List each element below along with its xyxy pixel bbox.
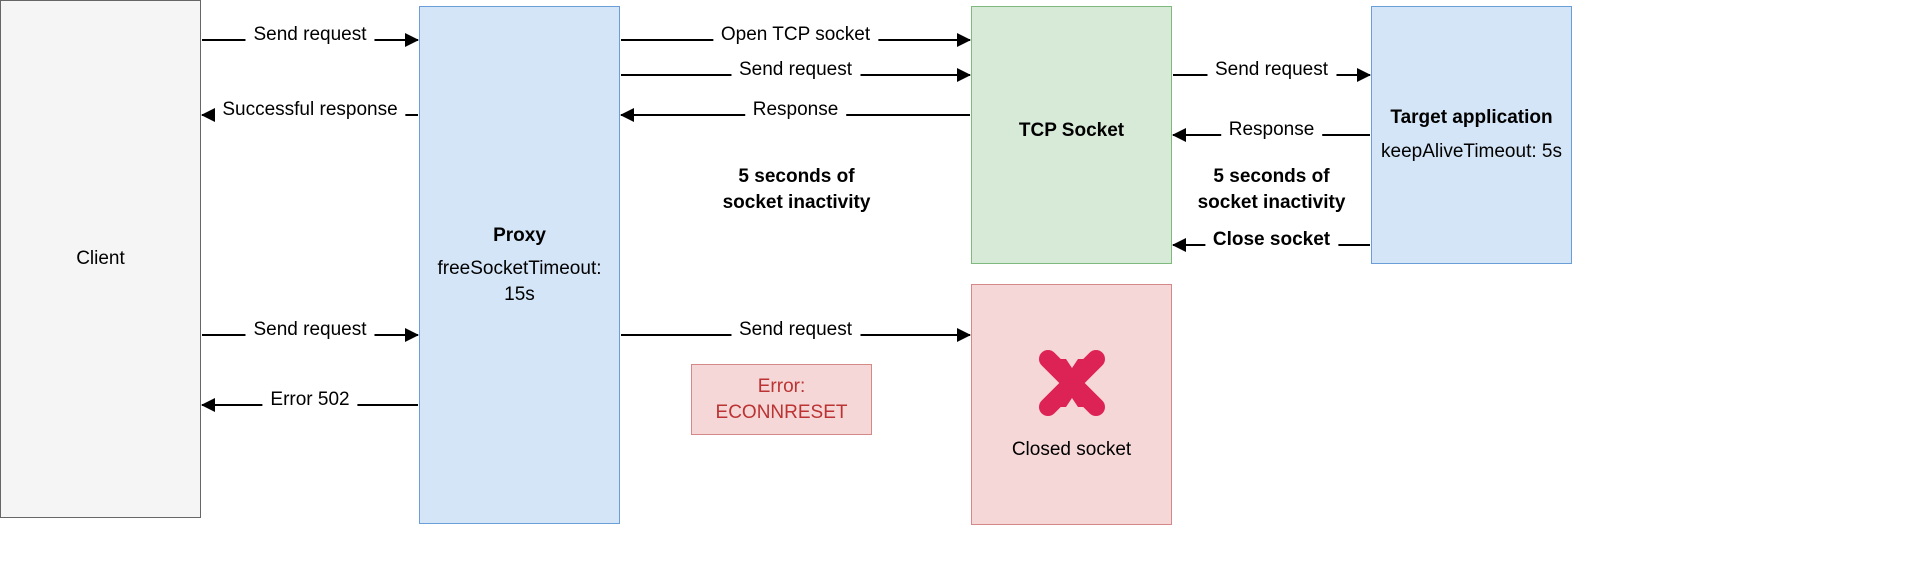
closed-socket-box: Closed socket (971, 284, 1172, 525)
proxy-box: Proxy freeSocketTimeout: 15s (419, 6, 620, 524)
target-box: Target application keepAliveTimeout: 5s (1371, 6, 1572, 264)
note-line: 5 seconds of (1213, 166, 1329, 187)
arrow-target-tcp-resp: Response (1173, 134, 1370, 136)
closed-socket-label: Closed socket (1012, 437, 1131, 463)
arrow-label: Send request (731, 60, 860, 79)
arrow-client-proxy-req2: Send request (202, 334, 418, 336)
error-text-line2: ECONNRESET (716, 400, 848, 426)
proxy-subtitle: freeSocketTimeout: 15s (420, 256, 619, 307)
arrow-label: Error 502 (262, 390, 357, 409)
arrow-label: Send request (1207, 60, 1336, 79)
close-x-icon (1036, 347, 1108, 419)
arrow-proxy-tcp-open: Open TCP socket (621, 39, 970, 41)
client-label: Client (76, 246, 125, 272)
error-box: Error: ECONNRESET (691, 364, 872, 435)
arrow-proxy-closed-req: Send request (621, 334, 970, 336)
arrow-target-tcp-close: Close socket (1173, 244, 1370, 246)
note-idle-1: 5 seconds of socket inactivity (681, 164, 912, 215)
arrow-proxy-client-err: Error 502 (202, 404, 418, 406)
arrow-proxy-tcp-req: Send request (621, 74, 970, 76)
note-line: socket inactivity (723, 192, 871, 213)
arrow-label: Response (1221, 120, 1323, 139)
arrow-client-proxy-req1: Send request (202, 39, 418, 41)
note-line: socket inactivity (1198, 192, 1346, 213)
tcp-title: TCP Socket (1019, 118, 1124, 144)
arrow-label: Successful response (214, 100, 405, 119)
arrow-label: Close socket (1205, 230, 1338, 249)
arrow-label: Open TCP socket (713, 25, 878, 44)
target-subtitle: keepAliveTimeout: 5s (1381, 139, 1562, 165)
note-idle-2: 5 seconds of socket inactivity (1181, 164, 1362, 215)
client-box: Client (0, 0, 201, 518)
arrow-proxy-client-resp: Successful response (202, 114, 418, 116)
target-title: Target application (1390, 105, 1552, 131)
arrow-tcp-proxy-resp: Response (621, 114, 970, 116)
arrow-label: Response (745, 100, 847, 119)
tcp-box: TCP Socket (971, 6, 1172, 264)
note-line: 5 seconds of (738, 166, 854, 187)
arrow-label: Send request (245, 25, 374, 44)
arrow-label: Send request (245, 320, 374, 339)
error-text-line1: Error: (758, 374, 806, 400)
arrow-label: Send request (731, 320, 860, 339)
arrow-tcp-target-req: Send request (1173, 74, 1370, 76)
proxy-title: Proxy (493, 223, 546, 249)
